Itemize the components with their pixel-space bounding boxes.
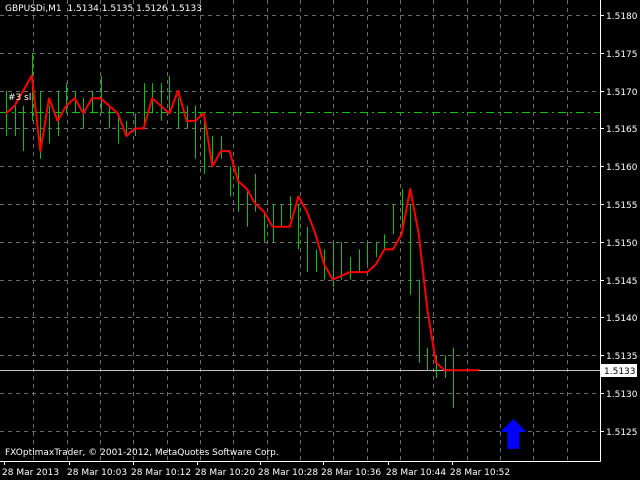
y-tick-label: 1.5150: [606, 239, 638, 249]
x-tick-label: 28 Mar 10:20: [195, 468, 255, 478]
y-tick-label: 1.5180: [606, 12, 638, 22]
x-tick-label: 28 Mar 10:12: [131, 468, 191, 478]
y-tick-label: 1.5145: [606, 277, 638, 287]
x-tick-label: 28 Mar 10:36: [321, 468, 381, 478]
y-tick-label: 1.5165: [606, 125, 638, 135]
x-tick-label: 28 Mar 10:03: [67, 468, 127, 478]
y-tick-label: 1.5155: [606, 201, 638, 211]
ohlc-label: 1.5134 1.5135 1.5126 1.5133: [67, 4, 202, 14]
y-tick-label: 1.5130: [606, 390, 638, 400]
x-tick-label: 28 Mar 10:44: [386, 468, 446, 478]
x-tick-label: 28 Mar 10:28: [258, 468, 318, 478]
y-tick-label: 1.5170: [606, 88, 638, 98]
x-tick-label: 28 Mar 10:52: [450, 468, 510, 478]
price-tag-label: 1.5133: [604, 367, 636, 377]
y-tick-label: 1.5140: [606, 314, 638, 324]
symbol-label: GBPUSDi,M1: [5, 4, 62, 14]
chart-header: GBPUSDi,M1 1.5134 1.5135 1.5126 1.5133: [5, 4, 202, 14]
x-tick-label: 28 Mar 2013: [2, 468, 59, 478]
y-tick-label: 1.5135: [606, 352, 638, 362]
y-tick-label: 1.5175: [606, 50, 638, 60]
chart-background: [0, 0, 640, 480]
current-price-tag: 1.5133: [601, 364, 637, 377]
y-tick-label: 1.5125: [606, 428, 638, 438]
y-tick-label: 1.5160: [606, 163, 638, 173]
copyright-label: FXOptimaxTrader, © 2001-2012, MetaQuotes…: [5, 448, 279, 458]
price-chart[interactable]: 1.5180 1.5175 1.5170 1.5165 1.5160 1.5155 1.51…: [0, 0, 640, 480]
level-label: #3 sl: [8, 93, 32, 103]
